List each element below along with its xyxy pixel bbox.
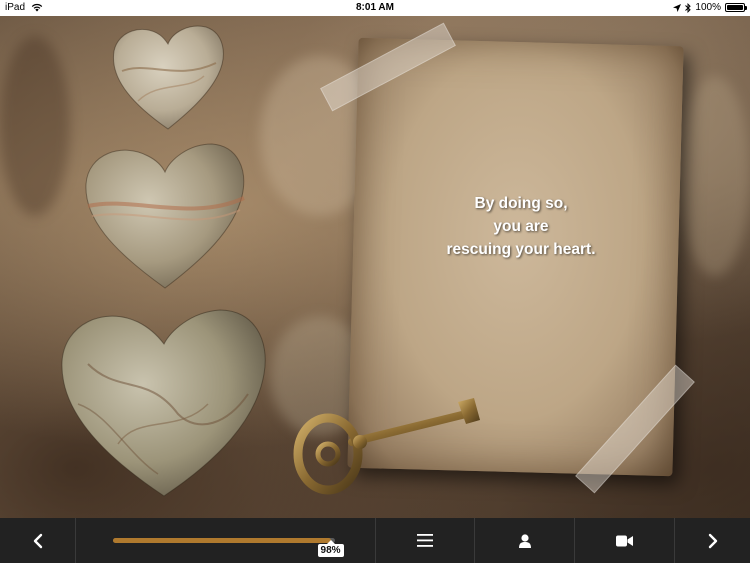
- menu-button[interactable]: [376, 518, 475, 563]
- person-icon: [518, 533, 531, 548]
- chevron-left-icon: [33, 533, 42, 548]
- reading-progress-slider[interactable]: 98%: [76, 518, 376, 563]
- page-text-line-3: rescuing your heart.: [446, 241, 596, 258]
- video-camera-icon: [616, 535, 633, 546]
- medium-stone-heart: [85, 143, 245, 289]
- bottom-toolbar: 98%: [0, 518, 750, 563]
- status-time: 8:01 AM: [356, 2, 394, 13]
- battery-icon: [725, 3, 747, 12]
- antique-key-image: [293, 398, 480, 495]
- page-text: By doing so, you are rescuing your heart…: [353, 192, 689, 261]
- profile-button[interactable]: [475, 518, 575, 563]
- bluetooth-icon: [685, 2, 692, 13]
- battery-percent: 100%: [695, 2, 721, 13]
- large-stone-heart: [61, 309, 266, 497]
- status-right: 100%: [673, 2, 747, 13]
- hamburger-menu-icon: [417, 534, 433, 547]
- background-texture: [0, 36, 70, 216]
- progress-fill: [113, 538, 331, 543]
- background-texture: [680, 76, 750, 276]
- video-button[interactable]: [575, 518, 675, 563]
- small-stone-heart: [112, 25, 224, 130]
- chevron-right-icon: [708, 533, 717, 548]
- status-bar: iPad 8:01 AM 100%: [0, 0, 750, 16]
- location-arrow-icon: [673, 3, 682, 12]
- page-text-line-1: By doing so,: [474, 195, 568, 212]
- next-page-button[interactable]: [675, 518, 750, 563]
- previous-page-button[interactable]: [0, 518, 76, 563]
- progress-badge: 98%: [317, 540, 344, 557]
- page-text-line-2: you are: [493, 218, 549, 235]
- page-illustration: By doing so, you are rescuing your heart…: [0, 16, 750, 518]
- progress-track[interactable]: [113, 538, 335, 543]
